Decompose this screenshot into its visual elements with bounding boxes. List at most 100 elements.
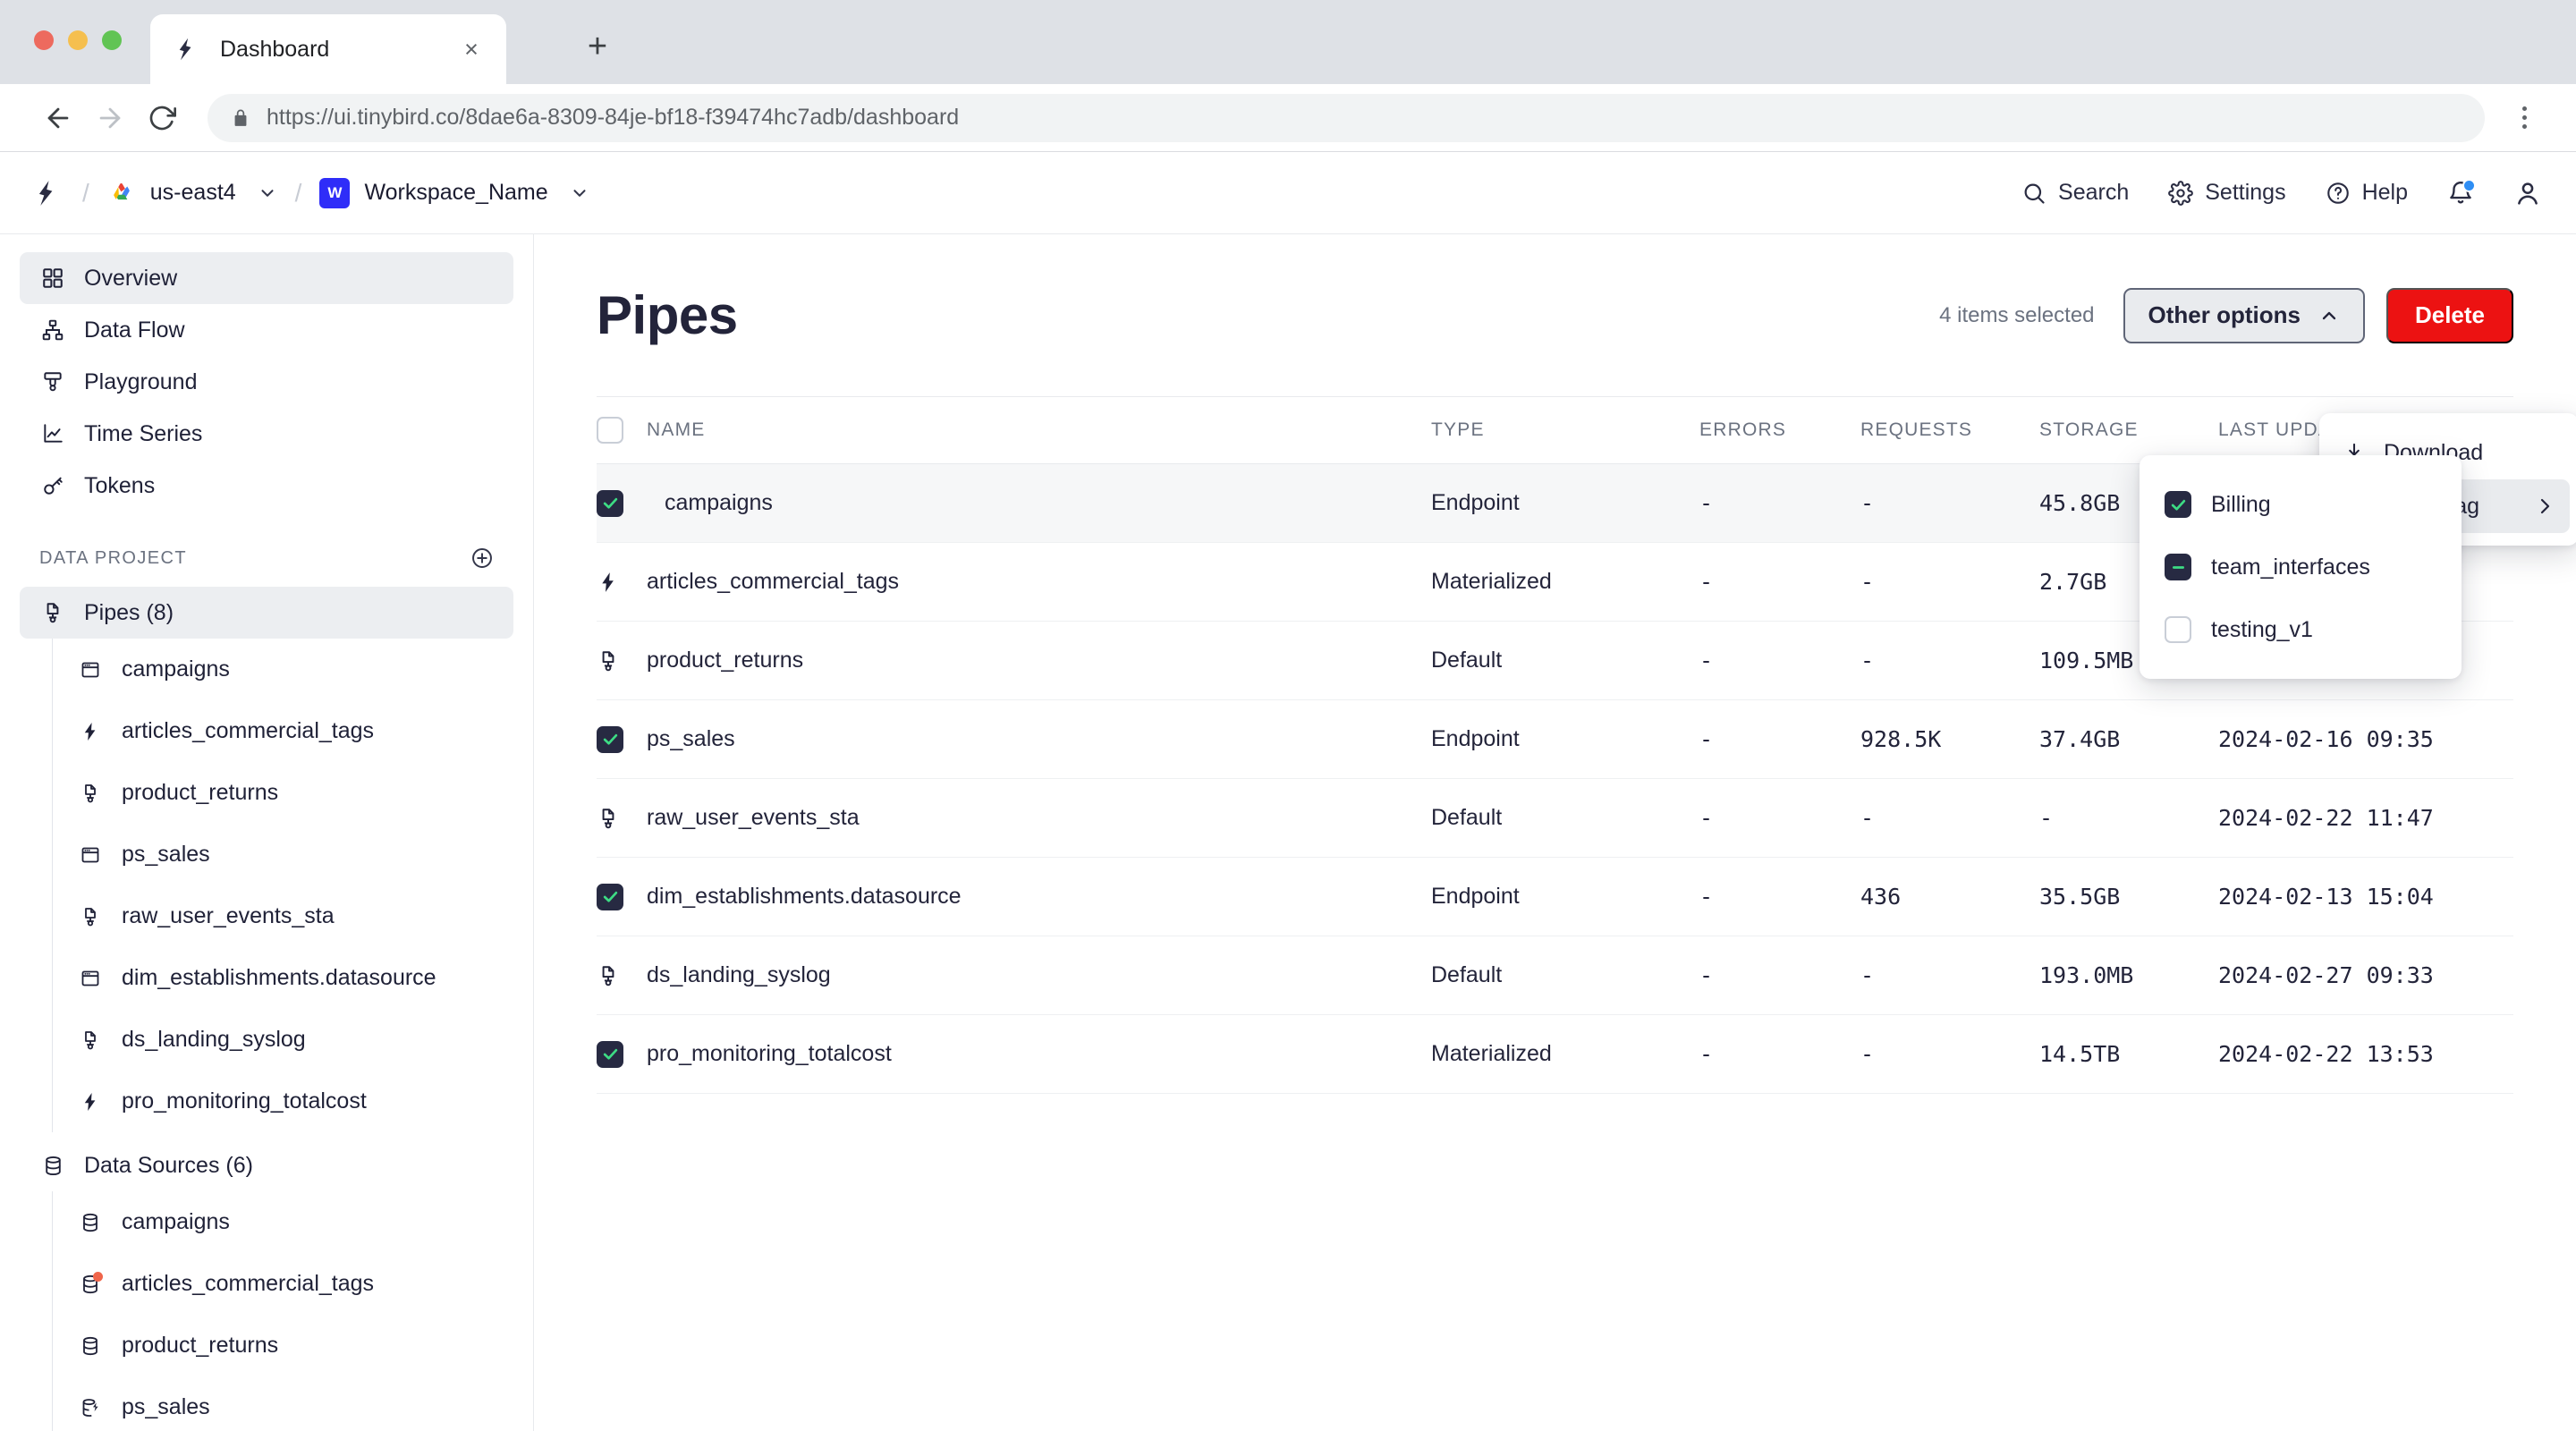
- row-updated-cell: 2024-02-22 11:47: [2218, 778, 2513, 858]
- sidebar-item-data-flow[interactable]: Data Flow: [20, 304, 513, 356]
- row-select-cell[interactable]: [597, 778, 647, 858]
- column-header-storage[interactable]: STORAGE: [2039, 396, 2218, 464]
- tree-item-label: campaigns: [122, 1209, 230, 1234]
- sidebar-item-time-series[interactable]: Time Series: [20, 408, 513, 460]
- row-name-cell: product_returns: [647, 621, 1431, 700]
- tag-option-billing[interactable]: Billing: [2150, 473, 2451, 536]
- reload-icon[interactable]: [136, 92, 188, 144]
- notifications-button[interactable]: [2447, 178, 2476, 207]
- tag-checkbox[interactable]: [2165, 554, 2191, 580]
- tinybird-logo-icon[interactable]: [27, 174, 64, 212]
- row-select-cell[interactable]: [597, 1014, 647, 1094]
- help-button[interactable]: Help: [2326, 180, 2408, 206]
- select-all-checkbox[interactable]: [597, 417, 623, 444]
- tree-item-ps-sales[interactable]: ps_sales: [53, 824, 513, 885]
- column-header-errors[interactable]: ERRORS: [1699, 396, 1860, 464]
- row-select-cell[interactable]: [597, 542, 647, 622]
- materialized-icon: [77, 718, 104, 745]
- sidebar-item-playground[interactable]: Playground: [20, 356, 513, 408]
- row-requests-cell: -: [1860, 463, 2039, 543]
- region-selector[interactable]: us-east4: [107, 179, 277, 207]
- tree-item-product-returns[interactable]: product_returns: [53, 762, 513, 824]
- table-row[interactable]: ps_sales Endpoint - 928.5K 37.4GB 2024-0…: [597, 699, 2513, 779]
- maximize-window-button[interactable]: [102, 30, 122, 50]
- tag-checkbox[interactable]: [2165, 616, 2191, 643]
- tree-item-campaigns[interactable]: campaigns: [53, 639, 513, 700]
- tree-children-datasources: campaigns articles_commercial_tags produ…: [52, 1191, 513, 1431]
- address-bar[interactable]: https://ui.tinybird.co/8dae6a-8309-84je-…: [208, 93, 2485, 142]
- back-arrow-icon[interactable]: [32, 92, 84, 144]
- tree-item-label: articles_commercial_tags: [122, 1271, 375, 1296]
- user-avatar-icon[interactable]: [2513, 179, 2542, 207]
- tree-item-dim-establishments[interactable]: dim_establishments.datasource: [53, 947, 513, 1009]
- database-bolt-icon: [77, 1394, 104, 1421]
- tree-children-pipes: campaigns articles_commercial_tags produ…: [52, 639, 513, 1132]
- sidebar: Overview Data Flow Playground Time Serie…: [0, 234, 534, 1431]
- search-button[interactable]: Search: [2021, 180, 2129, 206]
- plus-circle-icon[interactable]: [470, 546, 494, 570]
- tree-item-label: ds_landing_syslog: [122, 1027, 306, 1052]
- minimize-window-button[interactable]: [68, 30, 88, 50]
- new-tab-button[interactable]: +: [581, 30, 614, 64]
- region-label: us-east4: [149, 180, 236, 205]
- sidebar-item-pipes[interactable]: Pipes (8): [20, 587, 513, 639]
- tree-item-ds-product-returns[interactable]: product_returns: [53, 1315, 513, 1376]
- row-updated-cell: 2024-02-16 09:35: [2218, 699, 2513, 779]
- row-type-cell: Endpoint: [1431, 463, 1699, 543]
- sidebar-item-data-sources[interactable]: Data Sources (6): [20, 1139, 513, 1191]
- close-icon[interactable]: ×: [458, 36, 485, 63]
- tag-option-testing-v1[interactable]: testing_v1: [2150, 598, 2451, 661]
- row-select-cell[interactable]: [597, 936, 647, 1015]
- help-label: Help: [2361, 180, 2408, 205]
- tree-item-ds-articles-commercial-tags[interactable]: articles_commercial_tags: [53, 1253, 513, 1315]
- sidebar-item-tokens[interactable]: Tokens: [20, 460, 513, 512]
- workspace-selector[interactable]: W Workspace_Name: [319, 177, 589, 208]
- select-all-header[interactable]: [597, 396, 647, 464]
- table-row[interactable]: ds_landing_syslog Default - - 193.0MB 20…: [597, 936, 2513, 1015]
- column-header-type[interactable]: TYPE: [1431, 396, 1699, 464]
- tag-option-team-interfaces[interactable]: team_interfaces: [2150, 536, 2451, 598]
- row-select-cell[interactable]: [597, 857, 647, 936]
- settings-button[interactable]: Settings: [2168, 180, 2286, 206]
- row-name-label: ds_landing_syslog: [647, 962, 831, 987]
- tree-item-articles-commercial-tags[interactable]: articles_commercial_tags: [53, 700, 513, 762]
- kebab-menu-icon[interactable]: [2504, 94, 2544, 142]
- tree-item-ds-campaigns[interactable]: campaigns: [53, 1191, 513, 1253]
- row-checkbox[interactable]: [597, 1040, 623, 1068]
- column-header-requests[interactable]: REQUESTS: [1860, 396, 2039, 464]
- column-header-name[interactable]: NAME: [647, 396, 1431, 464]
- chevron-down-icon[interactable]: [570, 183, 589, 203]
- row-select-cell[interactable]: [597, 699, 647, 779]
- browser-tab[interactable]: Dashboard ×: [150, 14, 506, 84]
- row-checkbox[interactable]: [597, 489, 623, 517]
- row-select-cell[interactable]: [597, 621, 647, 700]
- delete-button[interactable]: Delete: [2385, 287, 2513, 343]
- row-select-cell[interactable]: [597, 463, 647, 543]
- table-row[interactable]: dim_establishments.datasource Endpoint -…: [597, 857, 2513, 936]
- window-controls[interactable]: [34, 30, 122, 50]
- row-checkbox[interactable]: [597, 725, 623, 753]
- chevron-up-icon: [2318, 305, 2340, 326]
- database-icon: [77, 1209, 104, 1236]
- other-options-button[interactable]: Other options: [2123, 287, 2365, 343]
- help-circle-icon: [2326, 181, 2351, 206]
- chevron-down-icon[interactable]: [258, 183, 277, 203]
- tag-checkbox[interactable]: [2165, 491, 2191, 518]
- search-label: Search: [2058, 180, 2130, 205]
- sidebar-item-overview[interactable]: Overview: [20, 252, 513, 304]
- forward-arrow-icon[interactable]: [84, 92, 136, 144]
- table-row[interactable]: raw_user_events_sta Default - - - 2024-0…: [597, 778, 2513, 858]
- pipe-icon: [77, 903, 104, 930]
- browser-toolbar: https://ui.tinybird.co/8dae6a-8309-84je-…: [0, 84, 2576, 152]
- row-requests-cell: -: [1860, 778, 2039, 858]
- tree-item-ds-landing-syslog[interactable]: ds_landing_syslog: [53, 1009, 513, 1071]
- row-requests-cell: -: [1860, 1014, 2039, 1094]
- row-checkbox[interactable]: [597, 883, 623, 910]
- key-icon: [39, 472, 66, 499]
- table-row[interactable]: pro_monitoring_totalcost Materialized - …: [597, 1014, 2513, 1094]
- close-window-button[interactable]: [34, 30, 54, 50]
- tree-item-ds-ps-sales[interactable]: ps_sales: [53, 1376, 513, 1431]
- endpoint-icon: [77, 656, 104, 683]
- tree-item-raw-user-events-sta[interactable]: raw_user_events_sta: [53, 885, 513, 947]
- tree-item-pro-monitoring-totalcost[interactable]: pro_monitoring_totalcost: [53, 1071, 513, 1132]
